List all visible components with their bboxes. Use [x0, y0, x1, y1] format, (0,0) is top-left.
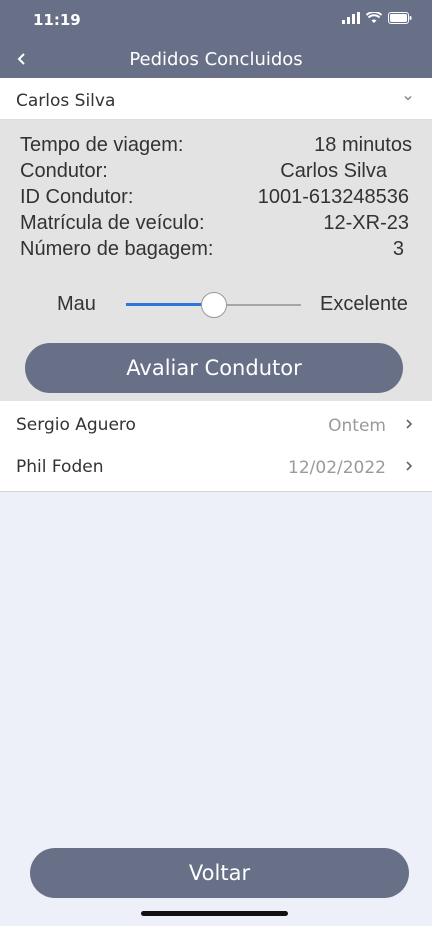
battery-icon [388, 12, 412, 24]
chevron-right-icon [406, 419, 413, 429]
detail-value: 12-XR-23 [323, 212, 409, 234]
back-button[interactable]: Voltar [30, 848, 409, 898]
order-date: 12/02/2022 [288, 458, 386, 478]
status-time: 11:19 [33, 11, 81, 29]
detail-value: 18 minutos [314, 134, 412, 156]
list-item[interactable]: Phil Foden 12/02/2022 [0, 443, 432, 492]
detail-row: ID Condutor: 1001-613248536 [20, 186, 412, 212]
detail-row: Matrícula de veículo: 12-XR-23 [20, 212, 412, 238]
signal-icon [342, 12, 360, 24]
rating-max-label: Excelente [320, 293, 408, 315]
detail-label: Número de bagagem: [20, 238, 214, 260]
order-name: Phil Foden [16, 457, 104, 477]
detail-label: Condutor: [20, 160, 108, 182]
page-title: Pedidos Concluidos [129, 49, 303, 70]
rating-slider-thumb[interactable] [200, 292, 227, 318]
detail-value: 3 [392, 238, 404, 260]
header-bar: 11:19 Pedidos Concluidos [0, 0, 432, 78]
detail-label: ID Condutor: [20, 186, 134, 208]
wifi-icon [366, 12, 382, 23]
order-date: Ontem [328, 416, 386, 436]
detail-label: Tempo de viagem: [20, 134, 184, 156]
home-indicator [141, 911, 288, 916]
rating-min-label: Mau [57, 293, 96, 315]
detail-value: Carlos Silva [280, 160, 387, 182]
status-icons [342, 12, 412, 24]
order-name: Carlos Silva [16, 91, 116, 111]
rate-driver-button[interactable]: Avaliar Condutor [25, 343, 403, 393]
detail-row: Número de bagagem: 3 [20, 238, 412, 264]
list-item-expanded[interactable]: Carlos Silva [0, 78, 432, 120]
detail-row: Condutor: Carlos Silva [20, 160, 412, 186]
detail-label: Matrícula de veículo: [20, 212, 205, 234]
detail-value: 1001-613248536 [257, 186, 409, 208]
detail-row: Tempo de viagem: 18 minutos [20, 134, 412, 160]
chevron-right-icon [406, 461, 413, 471]
chevron-down-icon [404, 95, 412, 101]
order-name: Sergio Aguero [16, 415, 136, 435]
